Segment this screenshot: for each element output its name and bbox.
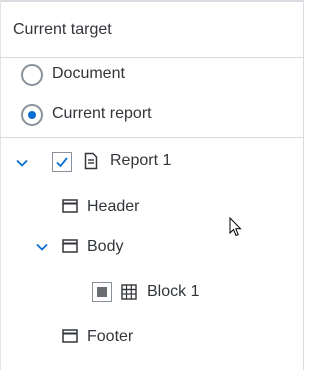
mouse-pointer-icon — [229, 216, 243, 242]
radio-button-document[interactable] — [21, 64, 43, 86]
section-frame-icon — [62, 239, 78, 258]
tree-node-footer[interactable]: Footer — [0, 317, 303, 357]
radio-label-current-report: Current report — [52, 105, 152, 122]
tree-label-block: Block 1 — [147, 283, 200, 300]
tree-node-report[interactable]: Report 1 — [0, 142, 303, 182]
radio-button-current-report[interactable] — [21, 104, 43, 126]
chevron-down-icon[interactable] — [35, 240, 49, 254]
partial-check-fill — [97, 287, 107, 297]
tree-label-footer: Footer — [87, 328, 134, 345]
panel-header: Current target — [0, 2, 303, 58]
radio-current-report[interactable]: Current report — [0, 96, 303, 136]
section-frame-icon — [62, 329, 78, 348]
panel-title: Current target — [13, 21, 112, 38]
radio-selected-dot — [28, 111, 36, 119]
tree-label-header: Header — [87, 198, 140, 215]
report-document-icon — [84, 152, 98, 175]
section-divider — [0, 137, 303, 138]
tree-node-header[interactable]: Header — [0, 187, 303, 227]
report-checkbox[interactable] — [52, 152, 72, 172]
tree-label-body: Body — [87, 238, 124, 255]
panel-right-border — [303, 0, 304, 370]
tree-node-block[interactable]: Block 1 — [0, 272, 303, 312]
radio-label-document: Document — [52, 65, 125, 82]
section-frame-icon — [62, 199, 78, 218]
tree-label-report: Report 1 — [110, 152, 172, 169]
block-checkbox[interactable] — [92, 282, 112, 302]
table-grid-icon — [121, 284, 137, 305]
tree-node-body[interactable]: Body — [0, 227, 303, 267]
radio-document[interactable]: Document — [0, 56, 303, 96]
chevron-down-icon[interactable] — [15, 156, 29, 170]
